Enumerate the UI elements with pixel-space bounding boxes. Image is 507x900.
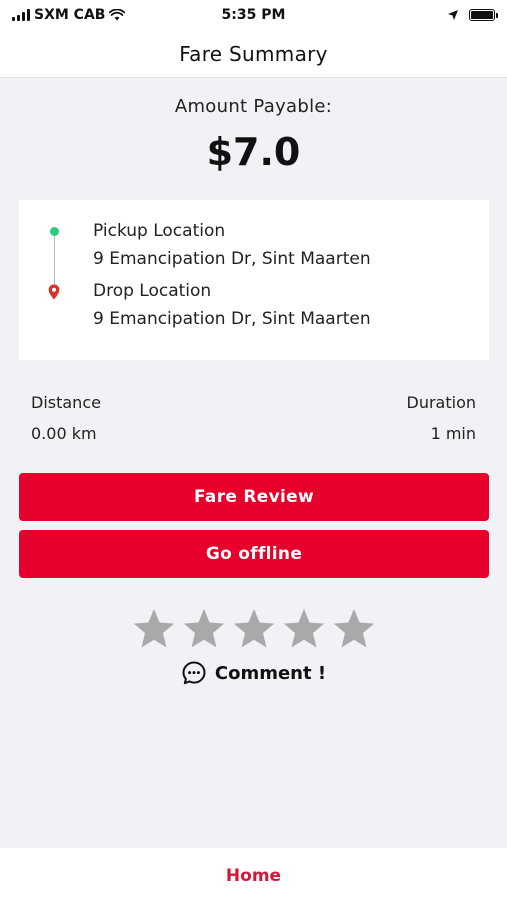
go-offline-button[interactable]: Go offline [19,530,489,578]
wifi-icon [109,9,126,21]
page-title: Fare Summary [0,30,507,78]
drop-location-address: 9 Emancipation Dr, Sint Maarten [93,309,371,329]
amount-payable-value: $7.0 [206,130,301,174]
star-rating [0,606,507,652]
star-5-icon[interactable] [331,606,377,652]
star-1-icon[interactable] [131,606,177,652]
duration-value: 1 min [430,424,476,443]
trip-location-card: Pickup Location 9 Emancipation Dr, Sint … [19,200,489,360]
status-left: SXM CAB [12,7,126,23]
star-2-icon[interactable] [181,606,227,652]
amount-payable-label: Amount Payable: [174,96,333,117]
tab-home[interactable]: Home [226,866,281,886]
status-bar: SXM CAB 5:35 PM [0,0,507,30]
pickup-location-title: Pickup Location [93,221,226,241]
drop-location-title: Drop Location [93,281,212,301]
location-arrow-icon [448,10,458,20]
status-right [447,9,498,21]
distance-label: Distance [31,393,101,412]
comment-bubble-icon [182,661,206,685]
distance-value: 0.00 km [31,424,97,443]
duration-label: Duration [406,393,477,412]
signal-icon [12,9,30,21]
drop-pin-icon [48,284,60,300]
pickup-dot-icon [50,227,59,236]
route-line [54,236,55,286]
bottom-navigation: Home [0,848,507,900]
carrier-name: SXM CAB [34,7,106,23]
star-4-icon[interactable] [281,606,327,652]
comment-label: Comment ! [214,662,327,684]
star-3-icon[interactable] [231,606,277,652]
comment-button[interactable]: Comment ! [0,660,507,686]
fare-review-button[interactable]: Fare Review [19,473,489,521]
battery-icon [469,9,498,21]
pickup-location-address: 9 Emancipation Dr, Sint Maarten [93,249,371,269]
